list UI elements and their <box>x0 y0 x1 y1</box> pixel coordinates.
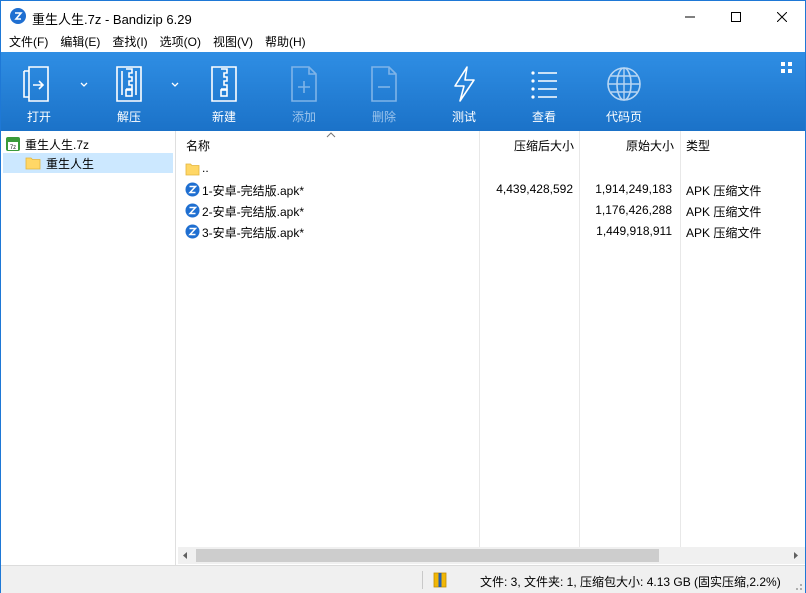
close-icon <box>777 11 787 22</box>
menu-options[interactable]: 选项(O) <box>154 32 207 52</box>
codepage-globe-icon <box>604 64 644 104</box>
delete-icon <box>364 64 404 104</box>
tree-item-label: 重生人生 <box>46 156 95 171</box>
menu-find[interactable]: 查找(I) <box>106 32 153 52</box>
minimize-icon <box>685 16 695 17</box>
scroll-left-arrow-icon[interactable] <box>181 551 189 560</box>
folder-tree: 7z 重生人生.7z 重生人生 <box>1 131 176 565</box>
resize-grip-icon[interactable] <box>793 581 803 591</box>
maximize-button[interactable] <box>713 1 759 32</box>
extract-label: 解压 <box>116 110 141 124</box>
codepage-button[interactable]: 代码页 <box>600 52 648 131</box>
menu-view[interactable]: 视图(V) <box>207 32 259 52</box>
file-list: 名称 压缩后大小 原始大小 类型 .. 1-安卓-完结版.apk* 4,439,… <box>178 131 805 547</box>
svg-text:7z: 7z <box>10 145 16 151</box>
file-name: 3-安卓-完结版.apk* <box>202 226 305 240</box>
extract-button[interactable]: 解压 <box>105 52 153 131</box>
menu-bar: 文件(F) 编辑(E) 查找(I) 选项(O) 视图(V) 帮助(H) <box>1 32 805 52</box>
open-label: 打开 <box>26 110 51 124</box>
view-label: 查看 <box>531 110 556 124</box>
window-title: 重生人生.7z - Bandizip 6.29 <box>32 12 192 27</box>
file-type: APK 压缩文件 <box>686 184 762 198</box>
menu-edit[interactable]: 编辑(E) <box>54 32 106 52</box>
new-archive-button[interactable]: 新建 <box>200 52 248 131</box>
bandizip-app-icon <box>10 8 26 24</box>
scroll-right-arrow-icon[interactable] <box>792 551 800 560</box>
file-type: APK 压缩文件 <box>686 226 762 240</box>
maximize-icon <box>731 11 741 22</box>
table-row[interactable]: 1-安卓-完结版.apk* 4,439,428,592 1,914,249,18… <box>178 179 805 200</box>
layout-grid-icon[interactable] <box>780 61 794 75</box>
file-original-size: 1,914,249,183 <box>595 182 672 196</box>
folder-icon <box>185 163 200 176</box>
file-name: 2-安卓-完结版.apk* <box>202 205 305 219</box>
delete-button[interactable]: 删除 <box>360 52 408 131</box>
file-type: APK 压缩文件 <box>686 205 762 219</box>
view-list-icon <box>524 64 564 104</box>
column-header-type[interactable]: 类型 <box>686 131 710 161</box>
open-archive-icon <box>19 64 59 104</box>
file-original-size: 1,449,918,911 <box>596 224 672 238</box>
status-text: 文件: 3, 文件夹: 1, 压缩包大小: 4.13 GB (固实压缩,2.2%… <box>480 575 781 589</box>
apk-file-icon <box>185 203 200 218</box>
bandizip-window: 重生人生.7z - Bandizip 6.29 文件(F) 编辑(E) 查找(I… <box>0 0 806 593</box>
menu-file[interactable]: 文件(F) <box>1 32 54 52</box>
test-lightning-icon <box>444 64 484 104</box>
toolbar: 打开 解压 新建 添加 删除 测试 查看 代码页 <box>1 52 805 131</box>
close-button[interactable] <box>759 1 805 32</box>
add-label: 添加 <box>291 110 316 124</box>
file-original-size: 1,176,426,288 <box>595 203 672 217</box>
title-bar: 重生人生.7z - Bandizip 6.29 <box>1 1 805 32</box>
apk-file-icon <box>185 224 200 239</box>
tree-item-folder[interactable]: 重生人生 <box>3 153 173 173</box>
new-archive-label: 新建 <box>211 110 236 124</box>
test-label: 测试 <box>451 110 476 124</box>
add-icon <box>284 64 324 104</box>
test-button[interactable]: 测试 <box>440 52 488 131</box>
archive-status-icon <box>433 572 447 588</box>
status-bar: 文件: 3, 文件夹: 1, 压缩包大小: 4.13 GB (固实压缩,2.2%… <box>1 565 805 593</box>
codepage-label: 代码页 <box>605 110 642 124</box>
table-row[interactable]: 2-安卓-完结版.apk* 1,176,426,288 APK 压缩文件 <box>178 200 805 221</box>
menu-help[interactable]: 帮助(H) <box>259 32 312 52</box>
extract-icon <box>109 64 149 104</box>
sort-ascending-icon <box>326 132 336 138</box>
column-header-compressed-size[interactable]: 压缩后大小 <box>514 131 574 161</box>
scrollbar-thumb[interactable] <box>196 549 659 562</box>
tree-root-archive[interactable]: 7z 重生人生.7z <box>5 135 89 153</box>
view-button[interactable]: 查看 <box>520 52 568 131</box>
delete-label: 删除 <box>371 110 396 124</box>
open-dropdown-chevron-icon[interactable] <box>79 80 89 90</box>
minimize-button[interactable] <box>667 1 713 32</box>
apk-file-icon <box>185 182 200 197</box>
folder-icon <box>25 157 41 170</box>
file-compressed-size: 4,439,428,592 <box>496 182 573 196</box>
extract-dropdown-chevron-icon[interactable] <box>170 80 180 90</box>
file-name: 1-安卓-完结版.apk* <box>202 184 305 198</box>
column-header-original-size[interactable]: 原始大小 <box>626 131 674 161</box>
horizontal-scrollbar[interactable] <box>178 547 805 564</box>
column-header-name[interactable]: 名称 <box>186 131 210 161</box>
open-button[interactable]: 打开 <box>15 52 63 131</box>
new-archive-icon <box>204 64 244 104</box>
parent-folder-row[interactable]: .. <box>178 158 805 179</box>
parent-folder-label: .. <box>202 161 209 175</box>
table-row[interactable]: 3-安卓-完结版.apk* 1,449,918,911 APK 压缩文件 <box>178 221 805 242</box>
tree-root-label: 重生人生.7z <box>25 137 90 152</box>
status-divider <box>422 571 423 589</box>
add-button[interactable]: 添加 <box>280 52 328 131</box>
archive-7z-icon: 7z <box>6 137 20 151</box>
